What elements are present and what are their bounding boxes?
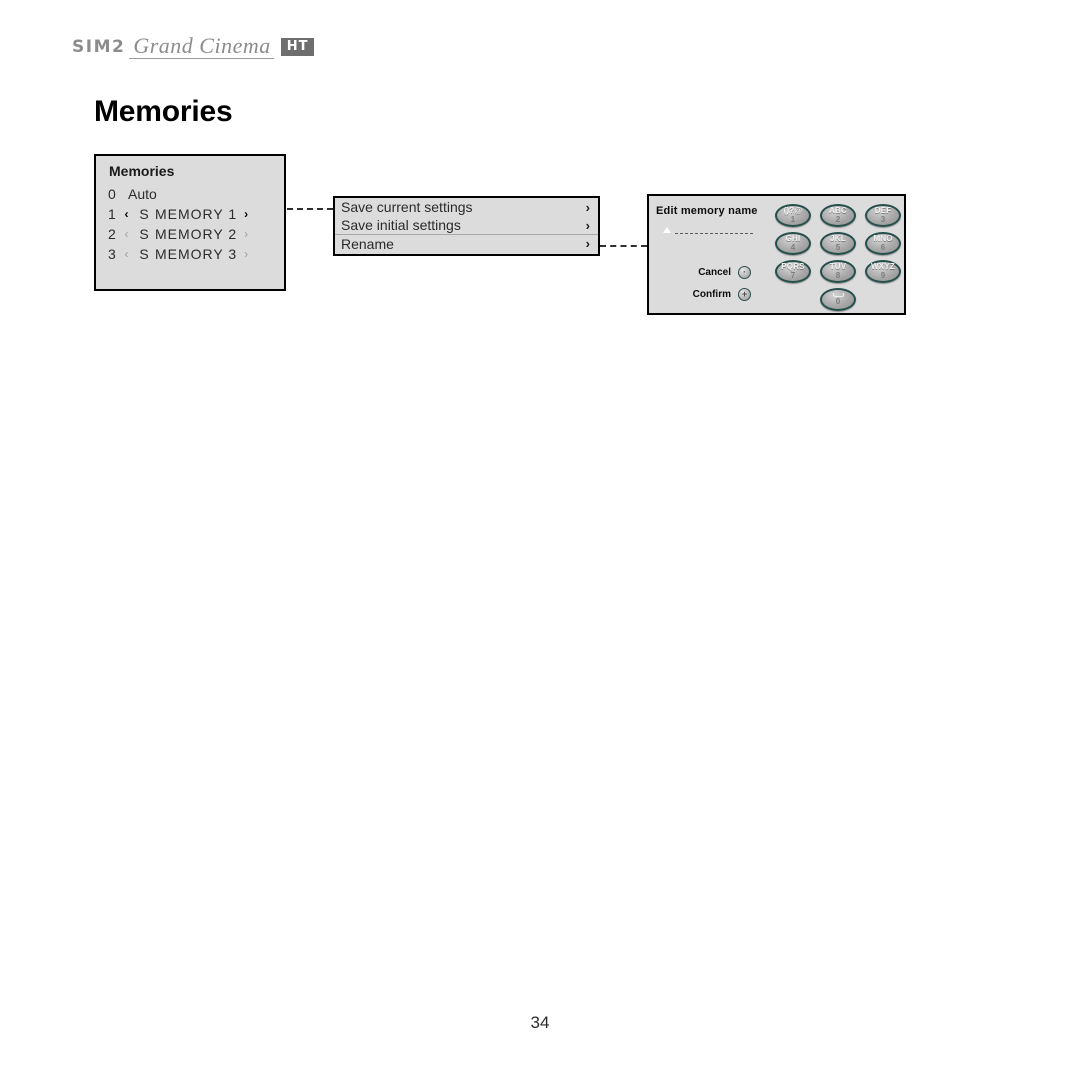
memories-osd-panel: Memories 0 Auto 1 ‹ S MEMORY 1 › 2 ‹ S M…: [94, 154, 286, 291]
memory-name-input-dashes: [675, 228, 753, 234]
cancel-button-glyph: ·: [743, 267, 746, 277]
page-title: Memories: [94, 95, 233, 128]
keypad-key-0-space[interactable]: 0: [820, 288, 856, 311]
connector-memories-to-save-menu: [287, 208, 333, 210]
keypad-key-letters: MNO: [873, 234, 893, 243]
keypad-key-1[interactable]: ()?@ 1: [775, 204, 811, 227]
keypad-key-letters: JKL: [830, 234, 846, 243]
memory-row-index: 2: [108, 226, 116, 242]
chevron-left-icon[interactable]: ‹: [120, 207, 133, 221]
menu-item-save-current-settings[interactable]: Save current settings ›: [335, 198, 598, 216]
keypad-key-6[interactable]: MNO 6: [865, 232, 901, 255]
memory-row-name: MEMORY 1: [155, 206, 238, 222]
chevron-right-icon[interactable]: ›: [244, 247, 248, 261]
memories-row-list: 0 Auto 1 ‹ S MEMORY 1 › 2 ‹ S MEMORY 2 ›…: [96, 184, 284, 264]
memory-row-auto[interactable]: 0 Auto: [96, 184, 284, 204]
memory-row-name: Auto: [128, 186, 157, 202]
brand-grand-cinema-wordmark: Grand Cinema: [129, 35, 274, 59]
chevron-right-icon: ›: [585, 236, 590, 251]
keypad-key-9[interactable]: WXYZ 9: [865, 260, 901, 283]
keypad-key-digit: 8: [835, 271, 841, 280]
keypad-key-digit: 1: [790, 215, 796, 224]
edit-memory-name-panel: Edit memory name Cancel · Confirm + ()?@…: [647, 194, 906, 315]
memory-row-index: 3: [108, 246, 116, 262]
confirm-button[interactable]: Confirm +: [689, 288, 751, 301]
page-number: 34: [530, 1013, 550, 1032]
keypad-key-digit: 4: [790, 243, 796, 252]
keypad-panel-title: Edit memory name: [656, 205, 758, 217]
keypad-key-letters: PQRS: [781, 262, 805, 271]
chevron-left-icon[interactable]: ‹: [120, 227, 133, 241]
brand-ht-badge: HT: [280, 38, 315, 56]
memory-row-index: 0: [108, 186, 116, 202]
menu-item-label: Save initial settings: [341, 217, 461, 233]
connector-rename-to-keypad: [600, 245, 647, 247]
cancel-button[interactable]: Cancel ·: [689, 266, 751, 279]
keypad-key-digit: 5: [835, 243, 841, 252]
menu-item-rename[interactable]: Rename ›: [335, 234, 598, 252]
keypad-row-3: PQRS 7 TUV 8 WXYZ 9: [775, 260, 901, 283]
confirm-plus-icon[interactable]: +: [738, 288, 751, 301]
keypad-key-5[interactable]: JKL 5: [820, 232, 856, 255]
keypad-row-4: 0: [775, 288, 901, 311]
chevron-right-icon[interactable]: ›: [244, 227, 248, 241]
chevron-left-icon[interactable]: ‹: [120, 247, 133, 261]
memory-row-name: MEMORY 3: [155, 246, 238, 262]
keypad-key-digit: 2: [835, 215, 841, 224]
keypad-key-3[interactable]: DEF 3: [865, 204, 901, 227]
keypad-key-letters: GHI: [785, 234, 801, 243]
menu-item-label: Rename: [341, 235, 394, 252]
cancel-button-label: Cancel: [698, 267, 731, 278]
save-menu-panel: Save current settings › Save initial set…: [333, 196, 600, 256]
keypad-key-letters: TUV: [829, 262, 847, 271]
cancel-minus-icon[interactable]: ·: [738, 266, 751, 279]
keypad-row-1: ()?@ 1 ABC 2 DEF 3: [775, 204, 901, 227]
memory-slot-letter: S: [139, 226, 149, 242]
memory-row-2[interactable]: 2 ‹ S MEMORY 2 ›: [96, 224, 284, 244]
keypad-key-letters: ABC: [829, 206, 847, 215]
memory-row-index: 1: [108, 206, 116, 222]
keypad-key-letters: ()?@: [783, 206, 803, 215]
memory-row-1[interactable]: 1 ‹ S MEMORY 1 ›: [96, 204, 284, 224]
keypad-key-digit: 9: [880, 271, 886, 280]
keypad-key-2[interactable]: ABC 2: [820, 204, 856, 227]
brand-sim2-wordmark: SIM2: [72, 37, 126, 57]
menu-item-label: Save current settings: [341, 199, 473, 215]
keypad-key-digit: 0: [835, 297, 841, 306]
memory-row-3[interactable]: 3 ‹ S MEMORY 3 ›: [96, 244, 284, 264]
confirm-button-glyph: +: [741, 289, 748, 299]
chevron-right-icon: ›: [585, 217, 590, 233]
keypad-key-8[interactable]: TUV 8: [820, 260, 856, 283]
keypad-row-2: GHI 4 JKL 5 MNO 6: [775, 232, 901, 255]
keypad-key-digit: 3: [880, 215, 886, 224]
keypad-key-digit: 6: [880, 243, 886, 252]
brand-logo: SIM2 Grand Cinema HT: [72, 35, 315, 59]
memory-row-name: MEMORY 2: [155, 226, 238, 242]
chevron-right-icon: ›: [585, 199, 590, 215]
keypad-key-7[interactable]: PQRS 7: [775, 260, 811, 283]
confirm-button-label: Confirm: [692, 289, 731, 300]
keypad-key-letters: DEF: [874, 206, 892, 215]
memory-name-input[interactable]: [663, 227, 753, 234]
memories-panel-heading: Memories: [109, 163, 175, 179]
keypad-key-digit: 7: [790, 271, 796, 280]
chevron-right-icon[interactable]: ›: [244, 207, 248, 221]
memory-slot-letter: S: [139, 246, 149, 262]
numeric-keypad: ()?@ 1 ABC 2 DEF 3 GHI 4 JKL 5 MNO 6 PQR…: [775, 204, 901, 316]
keypad-key-4[interactable]: GHI 4: [775, 232, 811, 255]
menu-item-save-initial-settings[interactable]: Save initial settings ›: [335, 216, 598, 234]
keypad-key-letters: WXYZ: [871, 262, 895, 271]
memory-slot-letter: S: [139, 206, 149, 222]
caret-icon: [663, 227, 671, 233]
